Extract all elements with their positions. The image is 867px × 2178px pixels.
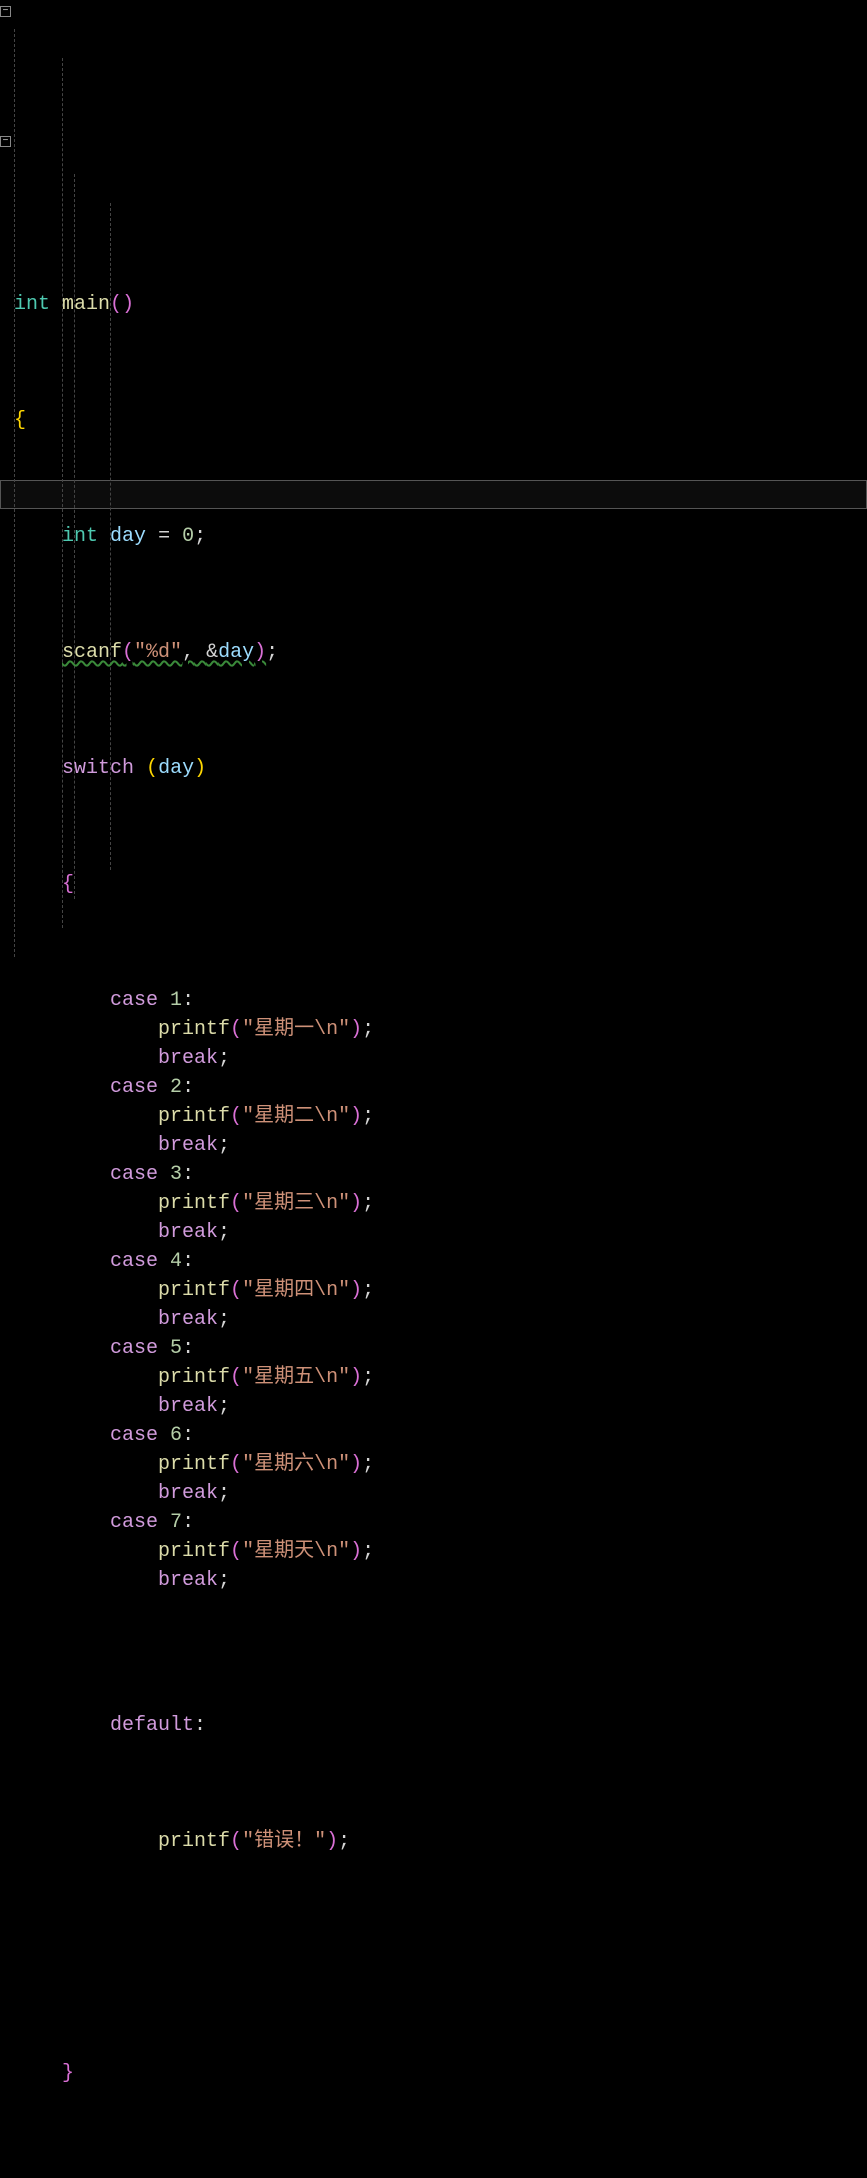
code-line: break;: [14, 1305, 867, 1334]
code-line: printf("星期天\n");: [14, 1537, 867, 1566]
code-line: break;: [14, 1131, 867, 1160]
code-line: printf("错误！");: [14, 1827, 867, 1856]
code-line: scanf("%d", &day);: [14, 638, 867, 667]
code-line: case 4:: [14, 1247, 867, 1276]
fold-toggle-icon[interactable]: −: [0, 136, 11, 147]
fold-toggle-icon[interactable]: −: [0, 6, 11, 17]
code-line: printf("星期六\n");: [14, 1450, 867, 1479]
code-line: printf("星期四\n");: [14, 1276, 867, 1305]
code-line: printf("星期三\n");: [14, 1189, 867, 1218]
code-line: int main(): [14, 290, 867, 319]
code-line: int day = 0;: [14, 522, 867, 551]
code-editor[interactable]: − − int main() { int day = 0; scanf("%d"…: [0, 0, 867, 2178]
code-line: [14, 1943, 867, 1972]
code-line: case 2:: [14, 1073, 867, 1102]
code-line: printf("星期一\n");: [14, 1015, 867, 1044]
code-line: case 5:: [14, 1334, 867, 1363]
gutter: − −: [0, 0, 14, 2178]
code-line: }: [14, 2059, 867, 2088]
code-line: break;: [14, 1392, 867, 1421]
code-line: case 7:: [14, 1508, 867, 1537]
code-line: break;: [14, 1479, 867, 1508]
code-line: {: [14, 870, 867, 899]
code-line: default:: [14, 1711, 867, 1740]
code-line: break;: [14, 1218, 867, 1247]
code-line: {: [14, 406, 867, 435]
code-line: printf("星期五\n");: [14, 1363, 867, 1392]
code-line: case 3:: [14, 1160, 867, 1189]
code-line: switch (day): [14, 754, 867, 783]
code-area[interactable]: int main() { int day = 0; scanf("%d", &d…: [14, 0, 867, 2178]
code-line: break;: [14, 1044, 867, 1073]
code-line: return 0;: [14, 2175, 867, 2178]
code-line: break;: [14, 1566, 867, 1595]
code-line: case 1:: [14, 986, 867, 1015]
code-line: printf("星期二\n");: [14, 1102, 867, 1131]
code-line: case 6:: [14, 1421, 867, 1450]
